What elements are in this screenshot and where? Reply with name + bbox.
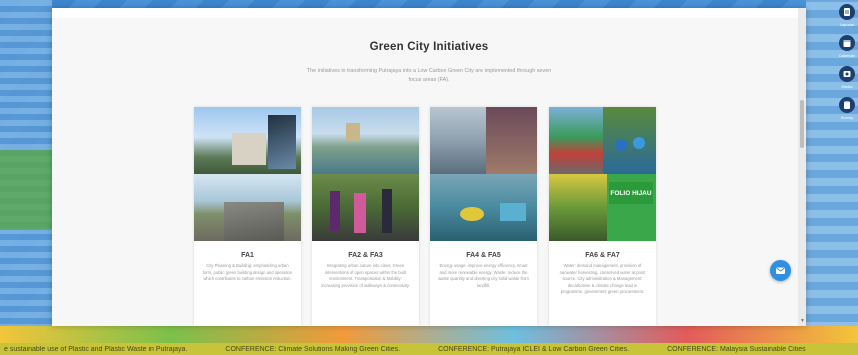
scrollbar-thumb[interactable] xyxy=(800,100,804,148)
iconbar-label: Calendar xyxy=(838,53,856,58)
card-photo-collage xyxy=(312,107,419,241)
scroll-down-arrow-icon[interactable]: ▼ xyxy=(800,318,805,324)
iconbar-label: Survey xyxy=(840,115,854,120)
initiative-card-fa1[interactable]: FA1 City Planning & Building: emphasizin… xyxy=(194,107,301,326)
card-text: Water: demand management, provision of r… xyxy=(559,263,646,294)
initiative-card-fa6-fa7[interactable]: FOLIO HIJAU FA6 & FA7 Water: demand mana… xyxy=(549,107,656,326)
card-code: FA2 & FA3 xyxy=(348,252,383,259)
card-code: FA4 & FA5 xyxy=(466,252,501,259)
iconbar-label: Media xyxy=(841,84,853,89)
clipboard-icon[interactable] xyxy=(839,97,855,113)
section-description: The initiatives in transforming Putrajay… xyxy=(306,68,552,83)
news-ticker[interactable]: e sustainable use of Plastic and Plastic… xyxy=(0,343,858,355)
initiative-card-fa4-fa5[interactable]: FA4 & FA5 Energy usage: improve energy e… xyxy=(430,107,537,326)
card-photo-collage xyxy=(194,107,301,241)
bottom-city-illustration xyxy=(0,326,858,344)
content-panel: Green City Initiatives The initiatives i… xyxy=(52,8,806,326)
ticker-item: CONFERENCE: Climate Solutions Making Gre… xyxy=(225,345,401,353)
section-title: Green City Initiatives xyxy=(369,41,489,53)
ticker-item: CONFERENCE: Putrajaya ICLEI & Low Carbon… xyxy=(438,345,630,353)
document-icon[interactable] xyxy=(839,4,855,20)
initiative-card-fa2-fa3[interactable]: FA2 & FA3 Integrating urban nature into … xyxy=(312,107,419,326)
contact-mail-button[interactable] xyxy=(770,260,791,281)
card-photo-collage: FOLIO HIJAU xyxy=(549,107,656,241)
ticker-item: e sustainable use of Plastic and Plastic… xyxy=(4,345,188,353)
calendar-icon[interactable] xyxy=(839,35,855,51)
panel-scrollbar[interactable]: ▼ xyxy=(798,8,806,326)
mail-icon xyxy=(776,267,785,274)
card-text: City Planning & Building: emphasizing ur… xyxy=(202,263,293,281)
card-code: FA1 xyxy=(241,252,254,259)
card-text: Energy usage: improve energy efficiency,… xyxy=(438,263,529,288)
floating-icon-bar: Laporan Calendar Media Survey xyxy=(838,4,856,120)
folio-hijau-badge: FOLIO HIJAU xyxy=(609,182,653,204)
card-code: FA6 & FA7 xyxy=(585,252,620,259)
media-icon[interactable] xyxy=(839,66,855,82)
left-park-illustration xyxy=(0,150,52,230)
iconbar-label: Laporan xyxy=(839,22,855,27)
card-photo-collage xyxy=(430,107,537,241)
ticker-item: CONFERENCE: Malaysia Sustainable Cities xyxy=(667,345,806,353)
card-text: Integrating urban nature into cities; Gr… xyxy=(321,263,410,288)
panel-top-band xyxy=(52,8,806,18)
